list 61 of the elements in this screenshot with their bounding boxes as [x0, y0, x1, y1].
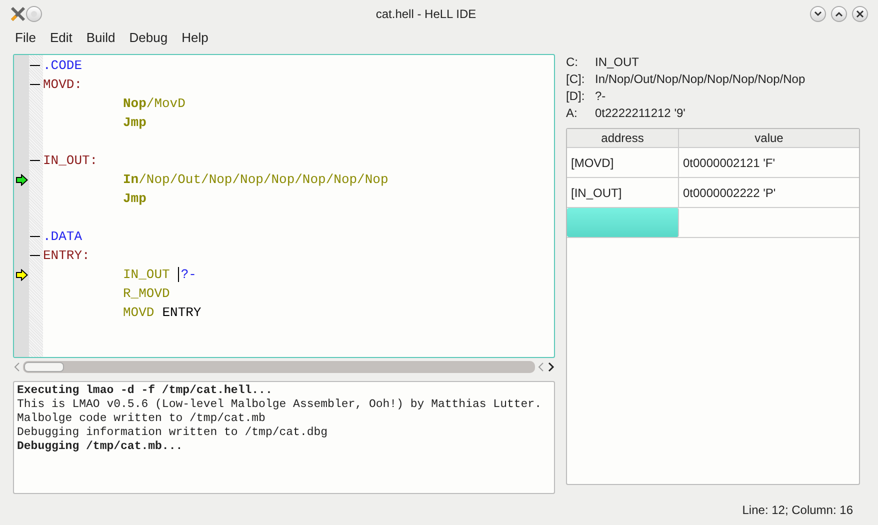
code-token: IN_OUT [123, 266, 170, 284]
menu-item[interactable]: Build [79, 28, 122, 48]
fold-marker[interactable] [30, 236, 40, 237]
menu-item[interactable]: File [8, 28, 43, 48]
maximize-button[interactable] [831, 6, 847, 22]
close-icon [856, 10, 864, 18]
console-line: Debugging /tmp/cat.mb... [17, 440, 183, 454]
register-label: [D]: [566, 88, 586, 105]
console-line: Executing lmao -d -f /tmp/cat.hell... [17, 384, 272, 398]
table-cell[interactable]: [MOVD] [567, 148, 679, 177]
register-label: [C]: [566, 71, 586, 88]
code-token: R_MOVD [123, 284, 170, 303]
register-label: C: [566, 54, 579, 71]
table-cell[interactable]: 0t0000002121 'F' [679, 148, 859, 177]
fold-marker[interactable] [30, 255, 40, 256]
code-token: IN_OUT: [43, 152, 98, 170]
scroll-right-icon[interactable] [547, 362, 555, 372]
window-title: cat.hell - HeLL IDE [374, 6, 478, 23]
register-value: 0t2222211212 '9' [595, 105, 686, 122]
register-label: A: [566, 105, 578, 122]
window-menu-button[interactable] [26, 6, 42, 22]
fold-marker[interactable] [30, 65, 40, 66]
horizontal-scrollbar[interactable] [23, 361, 535, 373]
code-editor[interactable]: .CODE MOVD: Nop/MovD Jmp IN_OUT: In/Nop/Out/Nop/Nop/Nop/Nop/Nop/Nop Jmp .DATA ENTRY: IN_OUT ?- R_MOVD MOVD ENTRY [13, 54, 555, 358]
menu-item[interactable]: Help [174, 28, 216, 48]
code-token: Nop [123, 94, 146, 113]
register-value: ?- [595, 88, 606, 105]
code-token: .CODE [43, 56, 82, 75]
scrollbar-thumb[interactable] [24, 362, 64, 372]
code-token: /Nop/Out/Nop/Nop/Nop/Nop/Nop/Nop [138, 170, 388, 189]
chevron-down-icon [814, 11, 822, 17]
console-line: This is LMAO v0.5.6 (Low-level Malbolge Assembler, Ooh!) by Matthias Lutter. [17, 398, 542, 412]
table-cell[interactable]: [IN_OUT] [567, 178, 679, 207]
menu-item[interactable]: Debug [122, 28, 175, 48]
column-header[interactable]: value [679, 129, 859, 147]
column-header[interactable]: address [567, 129, 679, 147]
minimize-button[interactable] [810, 6, 826, 22]
selected-table-cell[interactable] [567, 208, 679, 237]
scroll-left-icon[interactable] [13, 362, 21, 372]
code-token: ENTRY: [43, 246, 90, 265]
code-token: Jmp [123, 190, 146, 208]
fold-marker[interactable] [30, 160, 40, 161]
code-token: MOVD: [43, 76, 82, 94]
close-button[interactable] [852, 6, 868, 22]
fold-marker[interactable] [30, 84, 40, 85]
code-token: ENTRY [162, 304, 202, 322]
register-value: In/Nop/Out/Nop/Nop/Nop/Nop/Nop/Nop [595, 71, 806, 88]
code-token: MOVD [123, 304, 154, 322]
code-token: Jmp [123, 114, 146, 132]
console-line: Malbolge code written to /tmp/cat.mb [17, 412, 266, 426]
code-token: .DATA [43, 228, 82, 246]
code-token: ?- [180, 266, 196, 284]
code-token: /MovD [146, 94, 186, 113]
register-value: IN_OUT [595, 54, 640, 71]
chevron-up-icon [835, 11, 843, 17]
console-line: Debugging information written to /tmp/cat.dbg [17, 426, 328, 440]
app-logo-icon [10, 6, 26, 22]
status-text: Line: 12; Column: 16 [742, 502, 853, 519]
menu-item[interactable]: Edit [42, 28, 80, 48]
code-token: In [123, 170, 139, 189]
table-cell[interactable]: 0t0000002222 'P' [679, 178, 859, 207]
